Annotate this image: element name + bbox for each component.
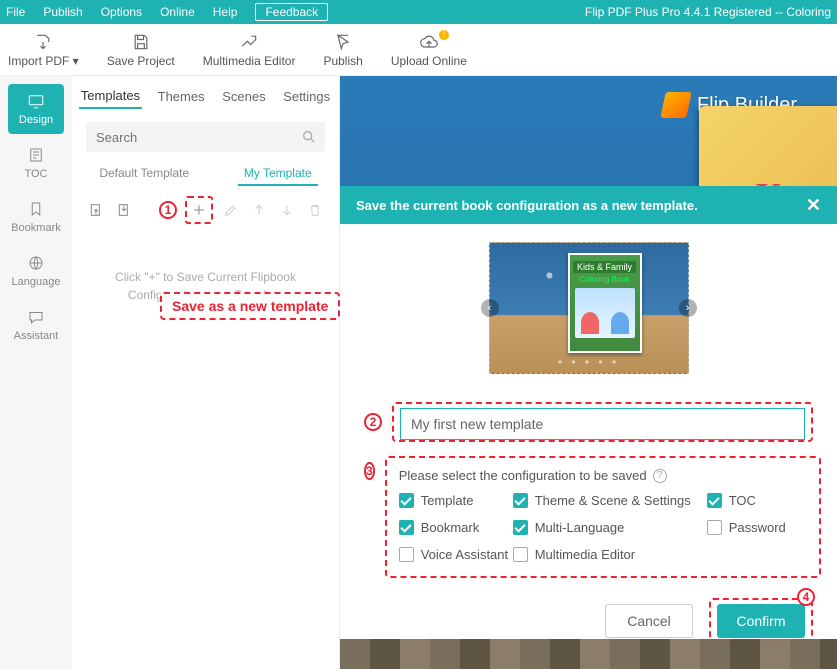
annotation-3: 3 [364,462,375,480]
template-subtabs: Default Template My Template [72,162,339,186]
save-icon [130,32,152,52]
menubar: File Publish Options Online Help Feedbac… [0,0,837,24]
import-pdf-label: Import PDF ▾ [8,54,79,68]
template-toolbar: 1 [72,186,339,234]
notification-badge: ! [439,30,449,40]
save-project-button[interactable]: Save Project [107,32,175,68]
subtab-default-template[interactable]: Default Template [93,162,195,186]
multimedia-editor-button[interactable]: Multimedia Editor [203,32,296,68]
rail-bookmark-label: Bookmark [11,222,61,234]
left-rail: Design TOC Bookmark Language Assistant [0,76,72,669]
app-title: Flip PDF Plus Pro 4.4.1 Registered -- Co… [585,5,831,19]
move-down-icon-btn[interactable] [277,200,297,220]
rail-design-label: Design [19,114,53,126]
thumb-prev-icon[interactable]: ‹ [481,299,499,317]
preview-area: Flip Builder K Save the current book con… [340,76,837,669]
config-title: Please select the configuration to be sa… [399,468,807,483]
move-up-icon-btn[interactable] [249,200,269,220]
template-name-input[interactable] [400,408,805,440]
tab-themes[interactable]: Themes [156,85,207,108]
export-icon-btn[interactable] [86,200,106,220]
chk-multi-language[interactable]: Multi-Language [513,520,703,535]
toc-icon [25,146,47,164]
confirm-button[interactable]: Confirm [717,604,805,638]
subtab-my-template[interactable]: My Template [238,162,318,186]
menu-publish[interactable]: Publish [43,5,82,19]
menu-file[interactable]: File [6,5,25,19]
tab-settings[interactable]: Settings [281,85,332,108]
chk-theme-scene-settings[interactable]: Theme & Scene & Settings [513,493,703,508]
brand-logo-icon [660,92,692,118]
chk-voice-assistant[interactable]: Voice Assistant [399,547,509,562]
search-icon [301,129,317,145]
rename-icon-btn[interactable] [221,200,241,220]
dialog-close-button[interactable]: ✕ [806,195,821,216]
cancel-button[interactable]: Cancel [605,604,693,638]
rail-language[interactable]: Language [8,246,64,296]
annotation-2: 2 [364,413,382,431]
menu-help[interactable]: Help [213,5,238,19]
chat-icon [25,308,47,326]
template-thumbnail: ‹ › Kids & Family Coloring Book • • • • … [489,242,689,374]
name-input-frame [392,402,813,442]
bookmark-icon [25,200,47,218]
import-pdf-button[interactable]: Import PDF ▾ [8,32,79,68]
publish-label: Publish [323,54,362,68]
publish-button[interactable]: Publish [323,32,362,68]
chk-password[interactable]: Password [707,520,807,535]
chk-toc[interactable]: TOC [707,493,807,508]
annotation-save-label: Save as a new template [160,292,340,320]
publish-icon [332,32,354,52]
rail-assistant[interactable]: Assistant [8,300,64,350]
feedback-button[interactable]: Feedback [255,3,328,21]
monitor-icon [25,92,47,110]
panel-tabs: Templates Themes Scenes Settings [72,76,339,116]
toolbar: Import PDF ▾ Save Project Multimedia Edi… [0,24,837,76]
preview-footer-strip [340,639,837,669]
upload-online-button[interactable]: ! Upload Online [391,32,467,68]
tab-scenes[interactable]: Scenes [220,85,267,108]
rail-assistant-label: Assistant [14,330,59,342]
menu-options[interactable]: Options [101,5,142,19]
chk-bookmark[interactable]: Bookmark [399,520,509,535]
menu-online[interactable]: Online [160,5,195,19]
thumb-pager-dots: • • • • • [490,355,688,369]
multimedia-editor-label: Multimedia Editor [203,54,296,68]
chk-multimedia-editor[interactable]: Multimedia Editor [513,547,703,562]
import-icon-btn[interactable] [114,200,134,220]
dialog-title: Save the current book configuration as a… [356,198,698,213]
confirm-frame: 4 Confirm [709,598,813,644]
annotation-4: 4 [797,588,815,606]
dialog-header: Save the current book configuration as a… [340,186,837,224]
search-input[interactable] [94,129,301,146]
config-frame: Please select the configuration to be sa… [385,456,821,578]
multimedia-icon [238,32,260,52]
rail-toc[interactable]: TOC [8,138,64,188]
delete-icon-btn[interactable] [305,200,325,220]
tab-templates[interactable]: Templates [79,84,142,109]
rail-language-label: Language [12,276,61,288]
add-template-button[interactable] [189,200,209,220]
rail-design[interactable]: Design [8,84,64,134]
save-project-label: Save Project [107,54,175,68]
side-panel: Templates Themes Scenes Settings Default… [72,76,340,669]
chk-template[interactable]: Template [399,493,509,508]
thumb-book-cover: Kids & Family Coloring Book [568,253,642,353]
add-template-highlight [185,196,213,224]
thumb-next-icon[interactable]: › [679,299,697,317]
import-icon [32,32,54,52]
rail-bookmark[interactable]: Bookmark [8,192,64,242]
search-input-wrap[interactable] [86,122,325,152]
upload-online-label: Upload Online [391,54,467,68]
help-icon[interactable]: ? [653,469,667,483]
upload-cloud-icon [418,32,440,52]
annotation-1: 1 [159,201,177,219]
globe-icon [25,254,47,272]
dialog-body: ‹ › Kids & Family Coloring Book • • • • … [340,224,837,639]
rail-toc-label: TOC [24,168,47,180]
